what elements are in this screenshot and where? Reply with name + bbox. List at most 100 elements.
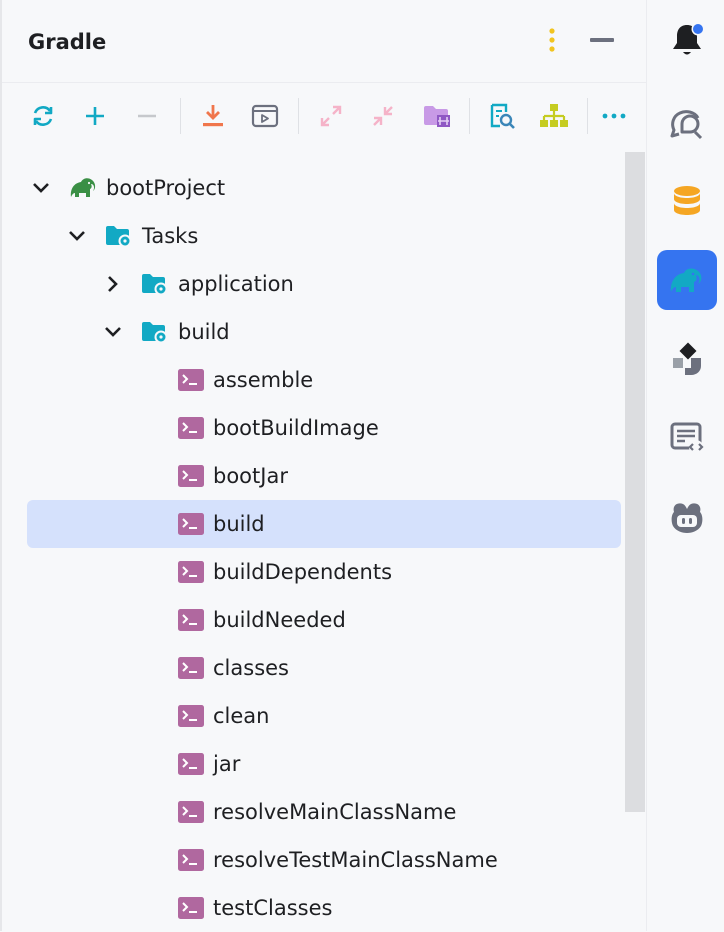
task-label: build [213,512,265,536]
chevron-right-icon[interactable] [101,272,125,296]
task-row[interactable]: testClasses [2,884,624,932]
download-sources-button[interactable] [195,90,231,142]
expand-all-icon [320,105,342,127]
task-terminal-icon [177,751,205,777]
task-terminal-icon [177,655,205,681]
chevron-down-icon[interactable] [29,176,53,200]
tree-node-build-group[interactable]: build [2,308,624,356]
folder-settings-icon [424,106,450,127]
run-configuration-button[interactable] [247,90,283,142]
copilot-button[interactable] [657,488,717,548]
task-terminal-icon [177,799,205,825]
hide-panel-button[interactable] [588,26,616,54]
task-row[interactable]: jar [2,740,624,788]
task-row[interactable]: bootJar [2,452,624,500]
task-label: resolveMainClassName [213,800,457,824]
task-label: jar [213,752,241,776]
add-icon [86,107,104,125]
task-row[interactable]: assemble [2,356,624,404]
panel-header: Gradle [2,0,646,83]
task-row[interactable]: bootBuildImage [2,404,624,452]
task-folder-icon [141,319,169,345]
tree-node-root[interactable]: bootProject [2,164,624,212]
task-folder-icon [105,223,133,249]
task-label: resolveTestMainClassName [213,848,498,872]
minimize-icon [590,38,614,42]
tree-node-label: bootProject [106,176,226,200]
task-row[interactable]: clean [2,692,624,740]
gradle-elephant-icon [68,175,100,201]
chevron-down-icon[interactable] [101,320,125,344]
task-terminal-icon [177,367,205,393]
task-terminal-icon [177,559,205,585]
task-row[interactable]: classes [2,644,624,692]
toolbar-separator [298,98,299,134]
task-folder-icon [141,271,169,297]
reload-button[interactable] [25,90,61,142]
endpoints-button[interactable] [657,408,717,468]
collapse-all-button[interactable] [365,90,401,142]
task-terminal-icon [177,607,205,633]
right-tool-strip [647,0,724,931]
tree-node-label: Tasks [142,224,199,248]
toolbar-separator [587,98,588,134]
reload-icon [33,106,53,126]
task-row[interactable]: build [2,500,624,548]
task-terminal-icon [177,847,205,873]
gradle-tool-button[interactable] [657,250,717,310]
task-terminal-icon [177,895,205,921]
database-icon [674,186,700,215]
tree-node-application[interactable]: application [2,260,624,308]
toolbar [2,90,646,142]
collapse-all-icon [373,106,393,126]
chevron-down-icon[interactable] [65,224,89,248]
remove-icon [138,114,156,118]
gradle-settings-button[interactable] [419,90,455,142]
task-terminal-icon [177,415,205,441]
database-button[interactable] [657,172,717,232]
task-row[interactable]: resolveTestMainClassName [2,836,624,884]
kebab-vertical-icon [549,28,555,52]
tree-node-label: build [178,320,230,344]
notifications-button[interactable] [657,10,717,70]
endpoints-icon [670,422,704,454]
scrollbar-thumb[interactable] [625,152,645,812]
tree-node-label: application [178,272,294,296]
task-label: bootBuildImage [213,416,379,440]
task-terminal-icon [177,463,205,489]
task-label: testClasses [213,896,333,920]
task-label: assemble [213,368,314,392]
analyze-icon [490,103,515,129]
task-row[interactable]: resolveMainClassName [2,788,624,836]
plugin-icon [673,342,701,375]
more-actions-button[interactable] [596,90,632,142]
copilot-icon [671,503,703,533]
add-button[interactable] [77,90,113,142]
notifications-icon [673,22,705,55]
selection-highlight [27,500,621,548]
download-icon [203,105,223,127]
analyze-dependencies-button[interactable] [484,90,520,142]
toolbar-separator [469,98,470,134]
task-label: buildDependents [213,560,393,584]
task-terminal-icon [177,703,205,729]
task-label: classes [213,656,289,680]
more-icon [602,113,626,119]
expand-all-button[interactable] [313,90,349,142]
gradle-icon [670,268,702,292]
options-menu-button[interactable] [540,26,564,54]
plugin-button[interactable] [657,330,717,390]
tree-node-tasks[interactable]: Tasks [2,212,624,260]
gradle-tool-window: Gradle bootProject Tasks application bui… [0,0,646,931]
task-row[interactable]: buildNeeded [2,596,624,644]
task-tree: bootProject Tasks application build asse… [2,152,624,931]
panel-title: Gradle [28,30,107,54]
hierarchy-icon [540,104,568,127]
ai-chat-icon [670,110,703,140]
ai-assistant-button[interactable] [657,95,717,155]
run-config-icon [251,104,279,128]
remove-button[interactable] [129,90,165,142]
task-row[interactable]: buildDependents [2,548,624,596]
task-label: bootJar [213,464,288,488]
show-dependencies-button[interactable] [536,90,572,142]
